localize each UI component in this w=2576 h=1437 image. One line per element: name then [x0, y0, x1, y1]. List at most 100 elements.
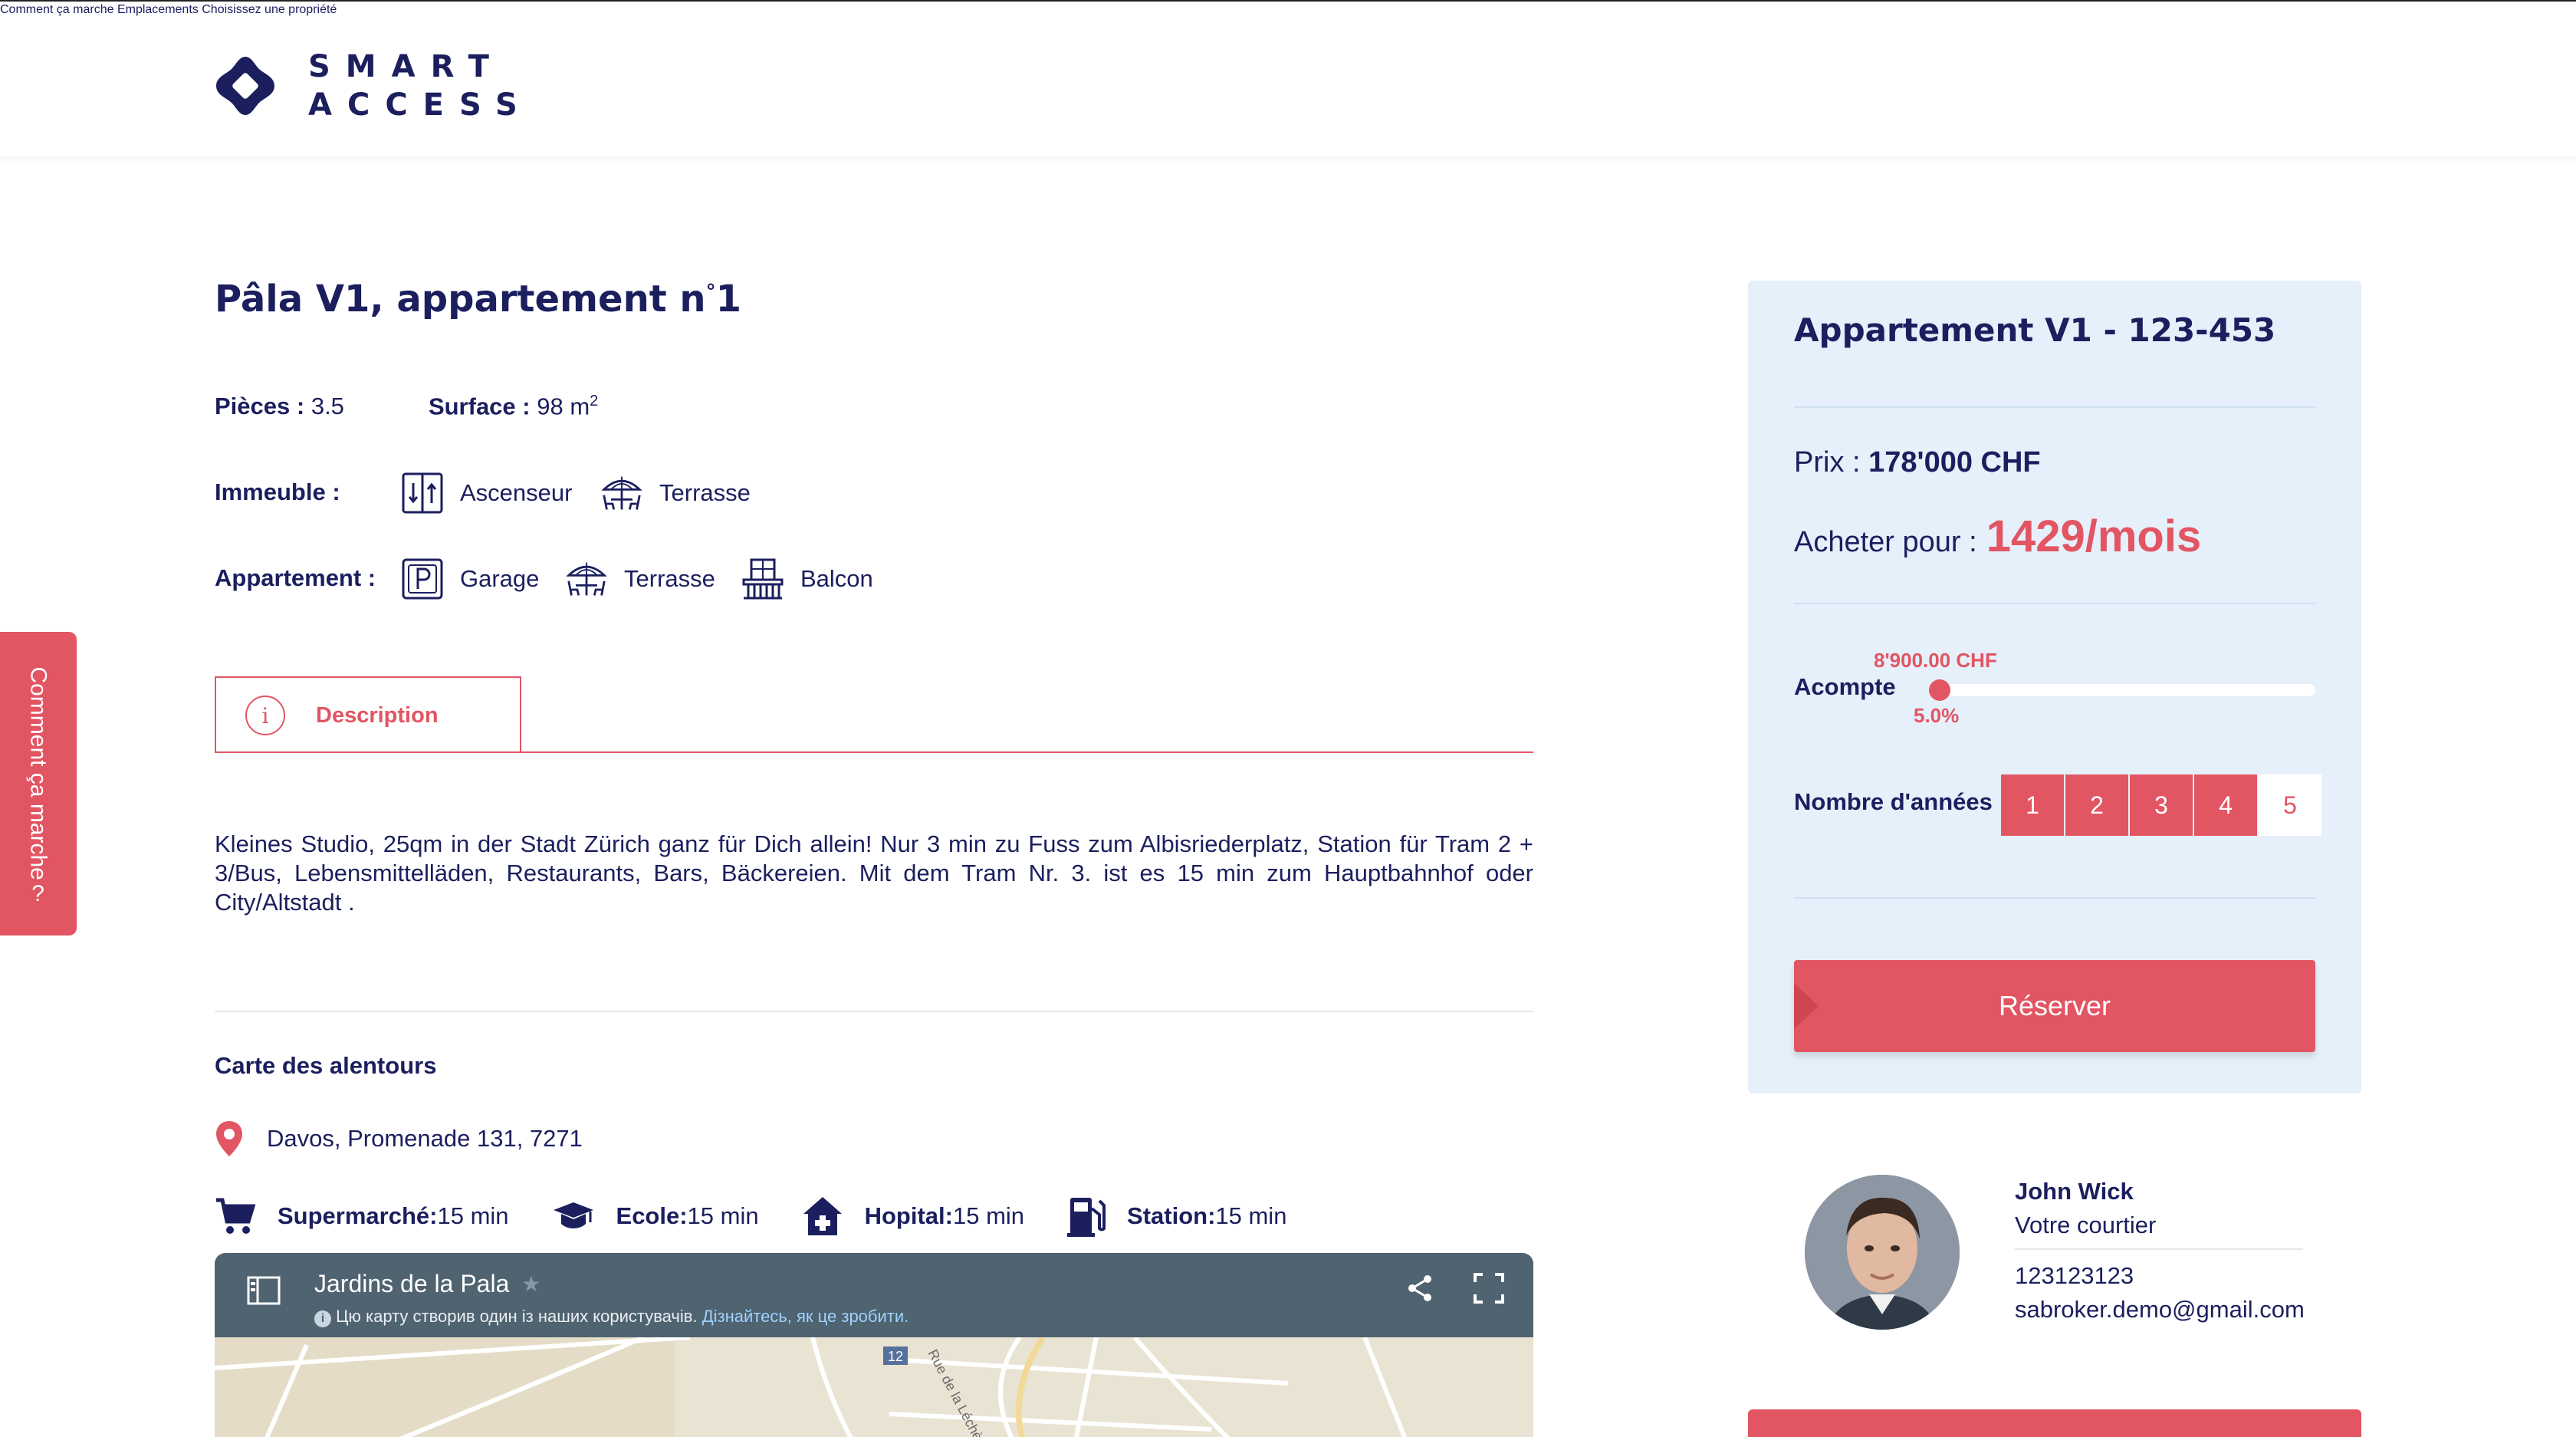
year-option-2[interactable]: 2	[2065, 774, 2128, 836]
share-icon[interactable]	[1405, 1273, 1435, 1304]
poi-school: Ecole:15 min	[552, 1199, 759, 1233]
broker-phone[interactable]: 123123123	[2015, 1259, 2305, 1293]
buy-label: Acheter pour :	[1794, 526, 1977, 558]
divider	[1794, 897, 2315, 899]
deposit-slider[interactable]	[1929, 679, 2315, 701]
tab-description-label: Description	[316, 702, 439, 728]
year-option-1[interactable]: 1	[2001, 774, 2064, 836]
fuel-station-icon	[1067, 1198, 1106, 1237]
divider	[1794, 603, 2315, 604]
buy-value: 1429/mois	[1986, 511, 2202, 561]
divider	[1794, 406, 2315, 408]
cart-icon	[216, 1198, 256, 1234]
location-pin-icon	[216, 1121, 242, 1156]
map-note-link[interactable]: Дізнайтесь, як це зробити.	[702, 1307, 909, 1326]
nav-locations[interactable]: Emplacements	[117, 3, 199, 16]
property-title-end: 1	[715, 278, 741, 321]
price: Prix : 178'000 CHF	[1794, 446, 2041, 479]
map-note-text: Цю карту створив один із наших користува…	[336, 1307, 698, 1326]
side-tab-label: Comment ça marche	[26, 666, 51, 880]
building-label: Immeuble :	[215, 478, 340, 505]
logo-mark-icon	[216, 57, 274, 115]
property-title-text: Pâla V1, appartement n	[215, 278, 706, 321]
fullscreen-icon[interactable]	[1474, 1273, 1504, 1304]
logo-line-1: SMART	[308, 49, 504, 84]
logo[interactable]: SMART ACCESS	[213, 48, 533, 124]
address-text: Davos, Promenade 131, 7271	[267, 1125, 583, 1152]
slider-handle[interactable]	[1929, 679, 1950, 701]
map-canvas[interactable]: 12 Rue de la Léchère	[215, 1337, 1533, 1437]
divider	[2015, 1248, 2303, 1250]
question-icon: ?	[31, 881, 45, 907]
deposit-label: Acompte	[1794, 673, 1896, 700]
poi-hospital: Hopital:15 min	[802, 1195, 1024, 1237]
monthly-price: Acheter pour : 1429/mois	[1794, 511, 2201, 562]
embedded-map[interactable]: Jardins de la Pala ★ i Цю карту створив …	[215, 1253, 1533, 1437]
divider	[215, 1011, 1533, 1012]
property-title-sup: °	[705, 281, 716, 304]
graduation-cap-icon	[553, 1202, 593, 1228]
feature-label: Terrasse	[624, 565, 715, 592]
broker-email[interactable]: sabroker.demo@gmail.com	[2015, 1293, 2305, 1327]
map-legend-icon[interactable]	[247, 1276, 281, 1305]
poi-value: 15 min	[1215, 1202, 1287, 1229]
apartment-label: Appartement :	[215, 564, 376, 591]
panel-title: Appartement V1 - 123-453	[1794, 311, 2276, 349]
deposit-percent: 5.0%	[1914, 704, 1960, 727]
nav-how-it-works[interactable]: Comment ça marche	[0, 3, 114, 16]
tab-description[interactable]: i Description	[215, 676, 521, 753]
rooms-value: 3.5	[310, 393, 344, 419]
parking-icon	[402, 558, 443, 600]
feature-elevator: Ascenseur	[402, 472, 572, 514]
poi-label: Supermarché:	[278, 1202, 438, 1229]
feature-garage: Garage	[402, 558, 539, 600]
map-note: i Цю карту створив один із наших користу…	[314, 1307, 909, 1327]
road-badge: 12	[888, 1349, 903, 1364]
feature-apartment-terrace: Terrasse	[566, 558, 715, 600]
how-it-works-side-tab[interactable]: Comment ça marche ?	[0, 632, 77, 936]
property-specs: Pièces : 3.5 Surface : 98 m2	[215, 393, 598, 420]
feature-label: Balcon	[800, 565, 873, 592]
rooms-label: Pièces :	[215, 393, 305, 419]
poi-value: 15 min	[687, 1202, 759, 1229]
property-title: Pâla V1, appartement n°1	[215, 278, 741, 321]
terrace-icon	[601, 472, 642, 514]
feature-label: Terrasse	[659, 479, 751, 506]
poi-label: Hopital:	[864, 1202, 953, 1229]
years-label: Nombre d'années	[1794, 788, 1993, 815]
logo-line-2: ACCESS	[308, 87, 533, 123]
year-option-4[interactable]: 4	[2194, 774, 2257, 836]
feature-balcony: Balcon	[742, 558, 873, 600]
deposit-amount: 8'900.00 CHF	[1874, 649, 1997, 672]
hospital-icon	[803, 1197, 842, 1235]
poi-label: Ecole:	[616, 1202, 688, 1229]
arrow-decoration-icon	[1794, 983, 1819, 1029]
poi-label: Station:	[1127, 1202, 1216, 1229]
year-option-5[interactable]: 5	[2259, 774, 2321, 836]
reserve-button[interactable]: Réserver	[1794, 960, 2315, 1052]
poi-value: 15 min	[952, 1202, 1025, 1229]
star-icon[interactable]: ★	[521, 1271, 540, 1297]
map-name: Jardins de la Pala ★	[314, 1270, 540, 1298]
surface-value: 98 m	[537, 393, 590, 420]
feature-building-terrace: Terrasse	[601, 472, 751, 514]
surface-label: Surface :	[428, 393, 531, 420]
logo-text: SMART ACCESS	[308, 48, 533, 124]
map-header: Jardins de la Pala ★ i Цю карту створив …	[215, 1253, 1533, 1337]
map-toolbar	[1405, 1273, 1504, 1304]
balcony-icon	[742, 558, 784, 600]
surface-spec: Surface : 98 m2	[429, 393, 598, 420]
tab-underline	[215, 751, 1533, 753]
secondary-action-button[interactable]	[1748, 1409, 2361, 1437]
elevator-icon	[402, 472, 443, 514]
feature-label: Ascenseur	[460, 479, 573, 506]
broker-role: Votre courtier	[2015, 1212, 2157, 1238]
year-option-3[interactable]: 3	[2130, 774, 2193, 836]
feature-label: Garage	[460, 565, 540, 592]
property-description: Kleines Studio, 25qm in der Stadt Zürich…	[215, 830, 1533, 916]
price-label: Prix :	[1794, 446, 1861, 478]
terrace-icon	[566, 558, 607, 600]
poi-value: 15 min	[437, 1202, 509, 1229]
map-name-text: Jardins de la Pala	[314, 1270, 510, 1297]
nav-choose-property[interactable]: Choisissez une propriété	[202, 3, 337, 16]
